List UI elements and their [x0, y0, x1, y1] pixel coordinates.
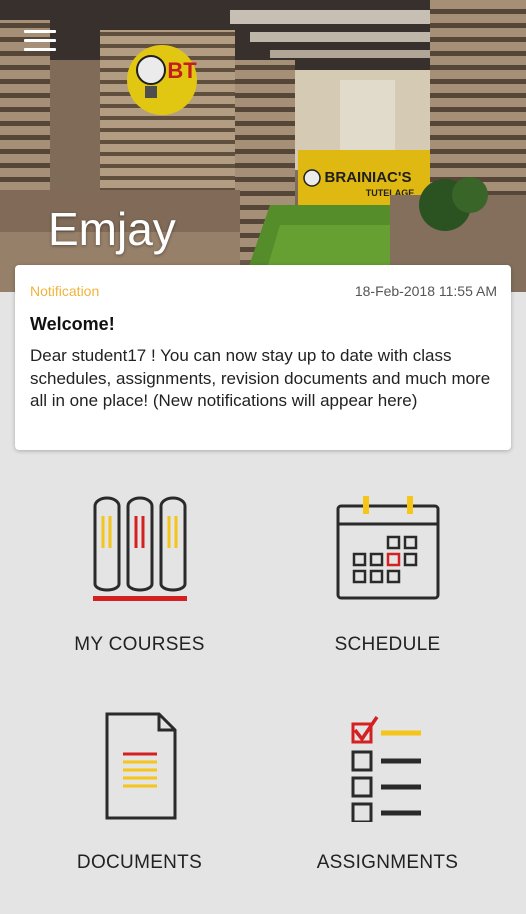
document-icon [105, 712, 176, 820]
notification-body: Dear student17 ! You can now stay up to … [30, 346, 491, 410]
user-name: Emjay [48, 203, 176, 255]
notification-label: Notification [30, 283, 100, 299]
header-photo: BRAINIAC'S TUTELAGE BT Emjay [0, 0, 526, 292]
assignments-tile[interactable]: ASSIGNMENTS [256, 696, 519, 914]
checklist-icon [351, 716, 421, 822]
documents-tile[interactable]: DOCUMENTS [8, 696, 271, 914]
my-courses-tile[interactable]: MY COURSES [8, 478, 271, 696]
schedule-tile[interactable]: SCHEDULE [256, 478, 519, 696]
schedule-label: SCHEDULE [334, 634, 441, 655]
documents-label: DOCUMENTS [76, 852, 203, 873]
books-icon [92, 496, 187, 601]
my-courses-label: MY COURSES [74, 634, 205, 655]
calendar-icon [336, 496, 439, 600]
notification-title: Welcome! [30, 314, 115, 334]
hamburger-menu-icon[interactable] [24, 30, 56, 54]
assignments-label: ASSIGNMENTS [316, 852, 459, 873]
notification-card[interactable]: Notification 18-Feb-2018 11:55 AM Welcom… [15, 265, 511, 450]
notification-timestamp: 18-Feb-2018 11:55 AM [354, 283, 497, 299]
